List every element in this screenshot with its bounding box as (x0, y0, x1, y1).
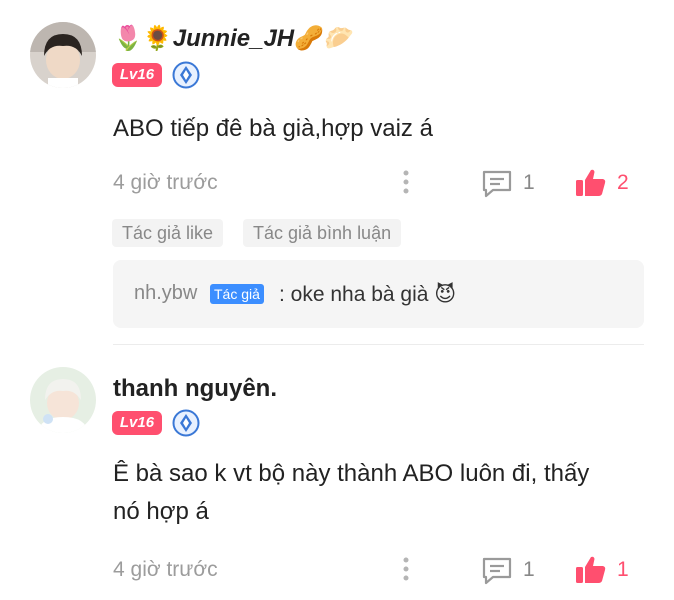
username-text: Junnie_JH (172, 25, 295, 52)
reply-author[interactable]: nh.ybw (134, 282, 197, 305)
comment-bubble-icon[interactable] (481, 169, 513, 199)
reply-text: : oke nha bà già 😈 (279, 283, 457, 306)
reply-preview[interactable]: nh.ybw Tác giả : oke nha bà già 😈 (113, 260, 644, 328)
author-liked-tag: Tác giả like (112, 219, 224, 247)
comment-text-line: nó hợp á (113, 498, 209, 525)
username[interactable]: 🌷🌻Junnie_JH🥜🥟 (113, 24, 354, 53)
name-suffix-emoji: 🥜🥟 (294, 25, 354, 52)
comment-meta: 4 giờ trước 1 1 (113, 555, 643, 585)
author-commented-tag: Tác giả bình luận (243, 219, 402, 247)
comment-text: ABO tiếp đê bà già,hợp vaiz á (113, 115, 433, 142)
avatar[interactable] (30, 22, 96, 88)
medal-icon (172, 61, 200, 89)
timestamp: 4 giờ trước (113, 171, 218, 194)
more-vertical-icon[interactable] (402, 555, 410, 585)
timestamp: 4 giờ trước (113, 558, 218, 581)
level-badge: Lv16 (112, 63, 162, 87)
thumbs-up-icon[interactable] (575, 555, 607, 585)
comment-item: thanh nguyên. Lv16 Ê bà sao k vt bộ này … (0, 345, 674, 600)
medal-icon (172, 409, 200, 437)
comment-text: Ê bà sao k vt bộ này thành ABO luôn đi, … (113, 455, 589, 531)
author-badge: Tác giả (210, 284, 264, 304)
level-badge: Lv16 (112, 411, 162, 435)
thumbs-up-icon[interactable] (575, 168, 607, 198)
name-prefix-emoji: 🌷🌻 (113, 25, 173, 52)
comment-bubble-icon[interactable] (481, 556, 513, 586)
avatar-image (30, 367, 96, 433)
avatar-image (30, 22, 96, 88)
comment-meta: 4 giờ trước 1 2 (113, 168, 643, 198)
username[interactable]: thanh nguyên. (113, 375, 277, 403)
like-count: 1 (617, 558, 629, 581)
reply-count: 1 (523, 171, 535, 194)
comment-text-line: Ê bà sao k vt bộ này thành ABO luôn đi, … (113, 460, 590, 487)
reply-count: 1 (523, 558, 535, 581)
comment-item: 🌷🌻Junnie_JH🥜🥟 Lv16 ABO tiếp đê bà già,hợ… (0, 0, 674, 345)
avatar[interactable] (30, 367, 96, 433)
like-count: 2 (617, 171, 629, 194)
more-vertical-icon[interactable] (402, 168, 410, 198)
